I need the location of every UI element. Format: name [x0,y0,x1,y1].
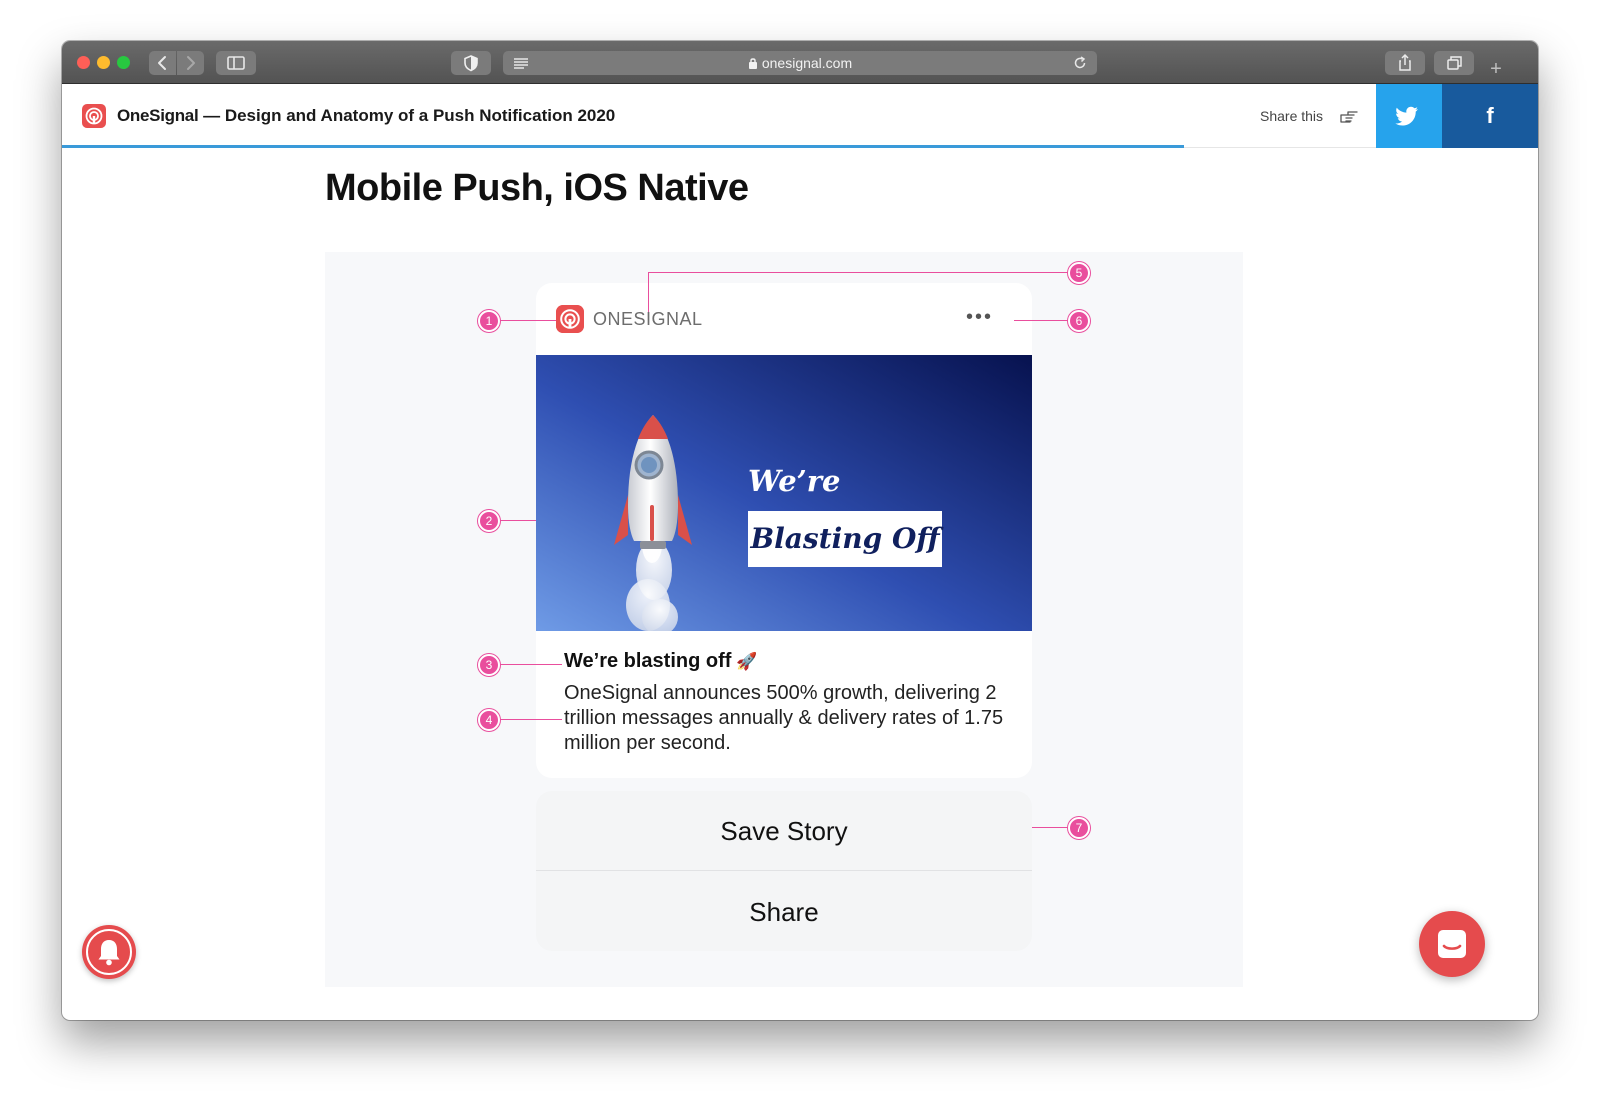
privacy-report-button[interactable] [451,51,491,75]
callout-line-1 [500,320,556,321]
share-this-label: Share this [1260,108,1324,124]
sidebar-icon [227,56,245,70]
lock-icon [748,58,757,69]
browser-toolbar: onesignal.com + [62,41,1538,84]
callout-badge-4: 4 [478,709,500,731]
tabs-icon [1447,56,1462,70]
facebook-share-button[interactable]: f [1442,84,1538,148]
forward-button[interactable] [177,51,204,75]
notification-title-text: We’re blasting off [564,650,732,672]
new-tab-button[interactable]: + [1486,59,1506,79]
app-icon [556,305,584,333]
callout-line-3 [500,664,562,665]
window-maximize-button[interactable] [117,56,130,69]
rocket-emoji-icon: 🚀 [736,652,758,671]
callout-badge-5: 5 [1068,262,1090,284]
share-icon [1399,53,1411,71]
callout-badge-7: 7 [1068,817,1090,839]
callout-line-7 [1032,827,1070,828]
save-story-button[interactable]: Save Story [536,791,1032,871]
callout-line-5-vertical [648,272,649,312]
callout-line-2 [500,520,536,521]
reload-icon[interactable] [1071,51,1089,82]
notification-card[interactable]: ONESIGNAL ••• We’re Blasting Off We’re b… [536,283,1032,778]
more-options-icon[interactable]: ••• [966,307,993,327]
browser-window: onesignal.com + OneSignal — Design and A… [62,41,1538,1020]
twitter-share-button[interactable] [1376,84,1442,148]
back-button[interactable] [149,51,176,75]
chevron-left-icon [158,56,166,70]
callout-badge-2: 2 [478,510,500,532]
sidebar-toggle-button[interactable] [216,51,256,75]
callout-line-4 [500,719,562,720]
chat-widget-button[interactable] [1419,911,1485,977]
twitter-bird-icon [1395,106,1418,126]
callout-badge-1: 1 [478,310,500,332]
pointing-hand-icon [1340,111,1358,123]
notification-body: OneSignal announces 500% growth, deliver… [564,682,1004,754]
shield-icon [464,55,478,72]
share-toolbar-button[interactable] [1385,51,1425,75]
header-article-title: — Design and Anatomy of a Push Notificat… [198,106,616,125]
rich-media-image: We’re Blasting Off [536,355,1032,631]
image-headline-line2: Blasting Off [749,522,944,555]
notification-title: We’re blasting off 🚀 [564,649,758,674]
window-close-button[interactable] [77,56,90,69]
bell-icon [86,929,132,975]
address-bar[interactable]: onesignal.com [503,51,1097,75]
callout-line-5 [648,272,1068,273]
notification-actions: Save Story Share [536,791,1032,951]
image-headline-line1: We’re [748,464,840,498]
chat-icon [1438,930,1466,958]
share-action-button[interactable]: Share [536,872,1032,951]
address-url-text: onesignal.com [761,55,853,71]
article-header: OneSignal — Design and Anatomy of a Push… [62,84,1538,148]
chevron-right-icon [187,56,195,70]
callout-badge-3: 3 [478,654,500,676]
facebook-icon: f [1486,103,1494,128]
callout-line-6 [1014,320,1070,321]
header-title: OneSignal — Design and Anatomy of a Push… [117,104,615,128]
onesignal-logo-icon[interactable] [82,104,106,128]
callout-badge-6: 6 [1068,310,1090,332]
notification-subscribe-button[interactable] [82,925,136,979]
window-minimize-button[interactable] [97,56,110,69]
tab-overview-button[interactable] [1434,51,1474,75]
page-title: Mobile Push, iOS Native [325,167,749,209]
header-brand-name: OneSignal [117,106,199,125]
reading-progress-bar [62,145,1184,148]
